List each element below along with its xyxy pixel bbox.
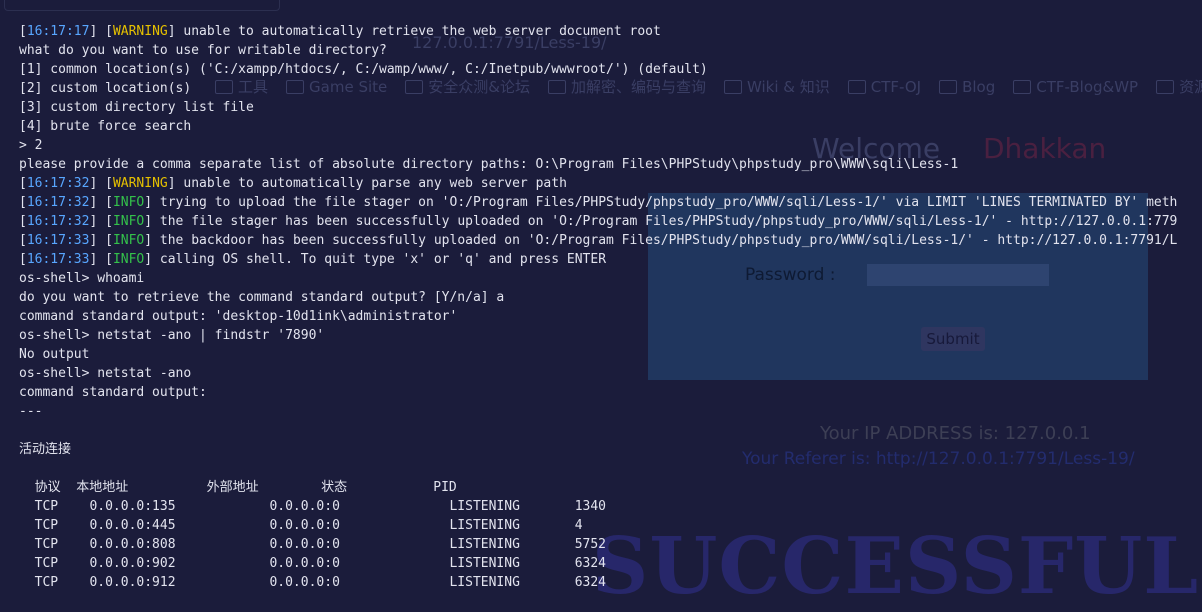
bracket: [ [19, 214, 27, 229]
terminal-line: os-shell> whoami [19, 269, 1177, 288]
terminal-line: what do you want to use for writable dir… [19, 41, 1177, 60]
line-text: [4] brute force search [19, 119, 192, 134]
terminal-line: os-shell> netstat -ano | findstr '7890' [19, 326, 1177, 345]
log-timestamp: 16:17:33 [26, 252, 90, 267]
line-text: [1] common location(s) ('C:/xampp/htdocs… [19, 62, 708, 77]
bracket: ] [144, 195, 153, 210]
terminal-line: TCP 0.0.0.0:808 0.0.0.0:0 LISTENING 5752 [19, 535, 1177, 554]
line-text: --- [19, 404, 43, 419]
log-timestamp: 16:17:32 [26, 214, 90, 229]
terminal-line: > 2 [19, 136, 1177, 155]
window-tab-edge [4, 0, 280, 11]
line-text: TCP 0.0.0.0:445 0.0.0.0:0 LISTENING 4 [19, 518, 583, 533]
line-text: [2] custom location(s) [19, 81, 192, 96]
log-level: WARNING [112, 24, 168, 39]
log-level: WARNING [112, 176, 168, 191]
log-message: unable to automatically parse any web se… [175, 176, 567, 191]
terminal-line: [1] common location(s) ('C:/xampp/htdocs… [19, 60, 1177, 79]
bracket: [ [19, 233, 27, 248]
terminal-line: please provide a comma separate list of … [19, 155, 1177, 174]
log-timestamp: 16:17:32 [26, 176, 90, 191]
log-level: INFO [112, 214, 145, 229]
bracket: ] [ [89, 176, 113, 191]
line-text: command standard output: [19, 385, 207, 400]
line-text: do you want to retrieve the command stan… [19, 290, 505, 305]
terminal-line: 协议 本地地址 外部地址 状态 PID [19, 478, 1177, 497]
terminal-line: [3] custom directory list file [19, 98, 1177, 117]
line-text: TCP 0.0.0.0:808 0.0.0.0:0 LISTENING 5752 [19, 537, 606, 552]
line-text: command standard output: 'desktop-10d1in… [19, 309, 458, 324]
log-message: the file stager has been successfully up… [152, 214, 1178, 229]
bracket: ] [144, 214, 153, 229]
bracket: ] [ [89, 24, 113, 39]
bracket: ] [ [89, 214, 113, 229]
bracket: [ [19, 24, 27, 39]
bracket: ] [167, 176, 176, 191]
terminal-line: command standard output: 'desktop-10d1in… [19, 307, 1177, 326]
log-timestamp: 16:17:33 [26, 233, 90, 248]
log-level: INFO [112, 195, 145, 210]
line-text: 协议 本地地址 外部地址 状态 PID [19, 480, 457, 495]
terminal-line: --- [19, 402, 1177, 421]
line-text: > 2 [19, 138, 43, 153]
log-message: unable to automatically retrieve the web… [175, 24, 661, 39]
log-message: trying to upload the file stager on 'O:/… [152, 195, 1178, 210]
terminal-line: No output [19, 345, 1177, 364]
line-text: TCP 0.0.0.0:902 0.0.0.0:0 LISTENING 6324 [19, 556, 606, 571]
log-timestamp: 16:17:32 [26, 195, 90, 210]
terminal-line: 活动连接 [19, 440, 1177, 459]
terminal-line: [4] brute force search [19, 117, 1177, 136]
bracket: ] [144, 252, 153, 267]
line-text: please provide a comma separate list of … [19, 157, 959, 172]
log-timestamp: 16:17:17 [26, 24, 90, 39]
terminal-line: command standard output: [19, 383, 1177, 402]
terminal-line: [16:17:33] [INFO] the backdoor has been … [19, 231, 1177, 250]
terminal-line: do you want to retrieve the command stan… [19, 288, 1177, 307]
terminal-line: [16:17:32] [WARNING] unable to automatic… [19, 174, 1177, 193]
log-message: calling OS shell. To quit type 'x' or 'q… [152, 252, 607, 267]
terminal-line: TCP 0.0.0.0:902 0.0.0.0:0 LISTENING 6324 [19, 554, 1177, 573]
bracket: [ [19, 176, 27, 191]
bracket: [ [19, 252, 27, 267]
bracket: ] [167, 24, 176, 39]
terminal-line: [16:17:17] [WARNING] unable to automatic… [19, 22, 1177, 41]
line-text: os-shell> netstat -ano | findstr '7890' [19, 328, 325, 343]
bracket: ] [ [89, 195, 113, 210]
terminal-line: [16:17:32] [INFO] the file stager has be… [19, 212, 1177, 231]
line-text: No output [19, 347, 90, 362]
line-text: TCP 0.0.0.0:135 0.0.0.0:0 LISTENING 1340 [19, 499, 606, 514]
line-text: what do you want to use for writable dir… [19, 43, 387, 58]
terminal-line: os-shell> netstat -ano [19, 364, 1177, 383]
terminal-line: TCP 0.0.0.0:445 0.0.0.0:0 LISTENING 4 [19, 516, 1177, 535]
bracket: ] [ [89, 233, 113, 248]
log-level: INFO [112, 252, 145, 267]
terminal-line: TCP 0.0.0.0:912 0.0.0.0:0 LISTENING 6324 [19, 573, 1177, 592]
terminal-line: TCP 0.0.0.0:135 0.0.0.0:0 LISTENING 1340 [19, 497, 1177, 516]
line-text: [3] custom directory list file [19, 100, 254, 115]
bracket: [ [19, 195, 27, 210]
terminal-line: [16:17:33] [INFO] calling OS shell. To q… [19, 250, 1177, 269]
line-text: os-shell> netstat -ano [19, 366, 192, 381]
bracket: ] [144, 233, 153, 248]
terminal-line: [16:17:32] [INFO] trying to upload the f… [19, 193, 1177, 212]
terminal-line: [2] custom location(s) [19, 79, 1177, 98]
bracket: ] [ [89, 252, 113, 267]
log-level: INFO [112, 233, 145, 248]
line-text: os-shell> whoami [19, 271, 145, 286]
terminal-output[interactable]: [16:17:17] [WARNING] unable to automatic… [19, 22, 1177, 592]
line-text: TCP 0.0.0.0:912 0.0.0.0:0 LISTENING 6324 [19, 575, 606, 590]
log-message: the backdoor has been successfully uploa… [152, 233, 1178, 248]
line-text: 活动连接 [19, 442, 72, 457]
